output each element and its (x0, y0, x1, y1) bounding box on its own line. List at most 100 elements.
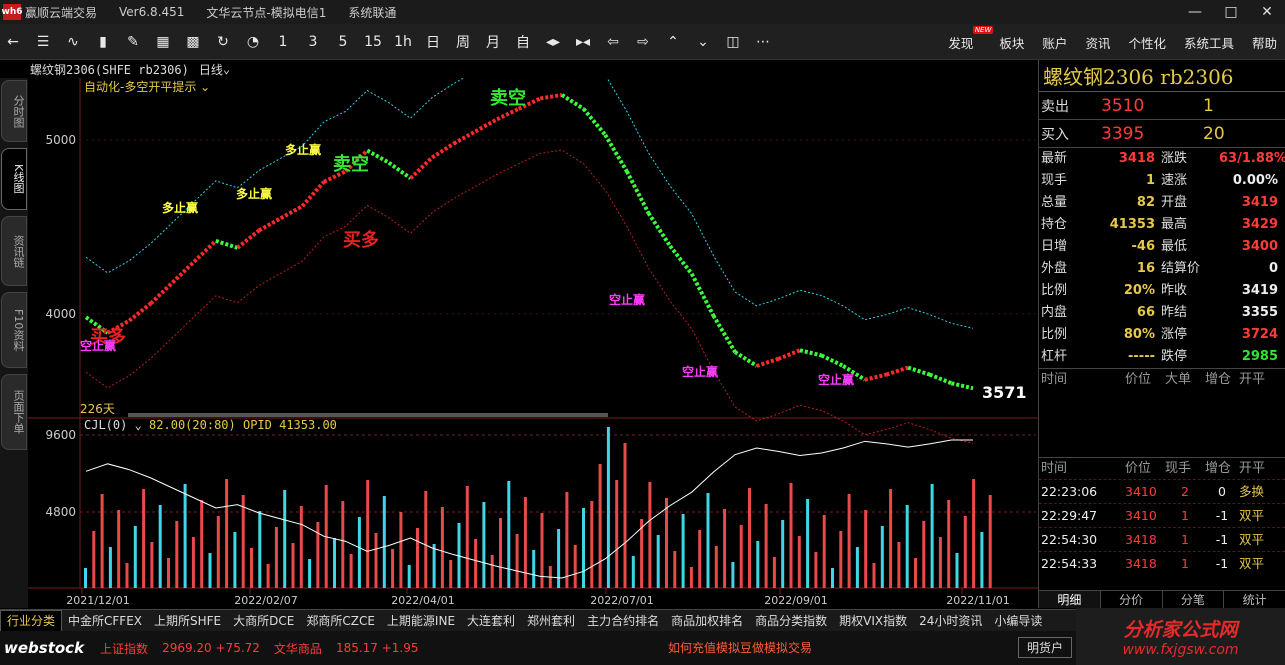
market-tab[interactable]: 上期能源INE (381, 612, 461, 629)
market-tab[interactable]: 24小时资讯 (913, 612, 988, 629)
shrink-h-icon[interactable]: ▸◂ (570, 28, 596, 56)
market-tab[interactable]: 上期所SHFE (148, 612, 227, 629)
detail-tabs: 明细 分价 分笔 统计 (1039, 590, 1285, 608)
volume-bar (689, 567, 693, 588)
volume-bar (714, 546, 718, 588)
gauge-icon[interactable]: ◔ (240, 28, 266, 56)
ask-label: 卖出 (1041, 98, 1069, 115)
draw-tool-icon[interactable]: ✎ (120, 28, 146, 56)
left-arrow-icon[interactable]: ⇦ (600, 28, 626, 56)
account-button[interactable]: 明货户 (1018, 637, 1073, 658)
back-arrow-icon[interactable]: ← (0, 28, 26, 56)
new-badge: NEW (972, 25, 994, 34)
market-tab[interactable]: 大连套利 (461, 612, 521, 629)
tick-row[interactable]: 22:23:06 3410 2 0 多换 (1039, 479, 1285, 503)
period-week[interactable]: 周 (450, 28, 476, 56)
volume-bar (274, 527, 278, 588)
volume-bar (847, 494, 851, 588)
tab-news-chain[interactable]: 资讯链 (1, 216, 27, 286)
market-tab[interactable]: 期权VIX指数 (833, 612, 913, 629)
market-tab[interactable]: 大商所DCE (227, 612, 300, 629)
period-day[interactable]: 日 (420, 28, 446, 56)
market-tab[interactable]: 郑州套利 (521, 612, 581, 629)
period-5[interactable]: 5 (330, 28, 356, 56)
promo-link[interactable]: 如何充值模拟豆做模拟交易 (668, 639, 812, 656)
layout-icon[interactable]: ◫ (720, 28, 746, 56)
menu-help[interactable]: 帮助 (1252, 33, 1277, 52)
period-custom[interactable]: 自 (510, 28, 536, 56)
volume-bar (764, 504, 768, 588)
volume-bar (922, 521, 926, 588)
list-icon[interactable]: ☰ (30, 28, 56, 56)
price-segment (431, 141, 455, 160)
price-segment (711, 314, 737, 354)
volume-bar (582, 508, 585, 588)
menu-personalize[interactable]: 个性化 (1128, 33, 1166, 52)
period-15[interactable]: 15 (360, 28, 386, 56)
period-selector[interactable]: 日线 (199, 61, 223, 78)
ask-row[interactable]: 卖出 3510 1 (1039, 92, 1285, 120)
market-tab[interactable]: 行业分类 (0, 609, 63, 632)
volume-bar (938, 537, 942, 588)
market-tab[interactable]: 郑商所CZCE (300, 612, 381, 629)
expand-h-icon[interactable]: ◂▸ (540, 28, 566, 56)
tab-order[interactable]: 页面下单 (1, 374, 27, 450)
menu-news[interactable]: 资讯 (1085, 33, 1110, 52)
short-stop-label: 空止赢 (80, 338, 116, 353)
period-month[interactable]: 月 (480, 28, 506, 56)
market-tab[interactable]: 小编导读 (988, 612, 1048, 629)
bid-row[interactable]: 买入 3395 20 (1039, 120, 1285, 148)
zoom-out-icon[interactable]: ⌄ (690, 28, 716, 56)
zoom-in-icon[interactable]: ⌃ (660, 28, 686, 56)
volume-bar (175, 521, 179, 588)
market-tab[interactable]: 中金所CFFEX (62, 612, 148, 629)
detail-tab[interactable]: 分价 (1101, 591, 1163, 608)
menu-system-tools[interactable]: 系统工具 (1184, 33, 1234, 52)
price-segment (496, 107, 520, 122)
volume-bar (557, 529, 561, 588)
save-icon[interactable]: ▩ (180, 28, 206, 56)
volume-bar (914, 558, 917, 588)
toolbar: ← ☰ ∿ ▮ ✎ ▦ ▩ ↻ ◔ 1 3 5 15 1h 日 周 月 自 ◂▸… (0, 24, 1285, 60)
volume-bar (598, 464, 602, 588)
period-1[interactable]: 1 (270, 28, 296, 56)
tick-oi-change: -1 (1215, 556, 1229, 571)
volume-bar (341, 501, 345, 588)
tab-kline[interactable]: K线图 (1, 148, 27, 210)
menu-account[interactable]: 账户 (1042, 33, 1067, 52)
detail-tab[interactable]: 明细 (1039, 591, 1101, 608)
tick-row[interactable]: 22:54:33 3418 1 -1 双平 (1039, 551, 1285, 575)
server-name: 文华云节点-模拟电信1 (206, 5, 327, 20)
volume-bar (133, 526, 137, 588)
minimize-button[interactable]: — (1177, 0, 1213, 24)
detail-tab[interactable]: 分笔 (1163, 591, 1225, 608)
detail-tab[interactable]: 统计 (1224, 591, 1285, 608)
tick-row[interactable]: 22:29:47 3410 1 -1 双平 (1039, 503, 1285, 527)
grid-icon[interactable]: ▦ (150, 28, 176, 56)
more-icon[interactable]: ⋯ (750, 28, 776, 56)
tick-row[interactable]: 22:54:30 3418 1 -1 双平 (1039, 527, 1285, 551)
menu-discover[interactable]: 发现 NEW (930, 25, 994, 52)
line-chart-icon[interactable]: ∿ (60, 28, 86, 56)
menu-sector[interactable]: 板块 (999, 33, 1024, 52)
kline-chart[interactable]: 5000 4000 9600 4800 2021/12/01 2022/02/07 2022… (28, 78, 1038, 608)
x-tick-label: 2022/11/01 (946, 594, 1009, 607)
refresh-icon[interactable]: ↻ (210, 28, 236, 56)
market-tab[interactable]: 商品加权排名 (665, 612, 749, 629)
market-tab[interactable]: 商品分类指数 (749, 612, 833, 629)
volume-indicator-name[interactable]: CJL(0) (84, 418, 127, 432)
close-button[interactable]: ✕ (1249, 0, 1285, 24)
volume-bar (665, 498, 668, 588)
tab-f10[interactable]: F10资料 (1, 292, 27, 368)
price-segment (452, 129, 477, 146)
indicator-selector[interactable]: 自动化-多空开平提示 ⌄ (84, 78, 210, 95)
maximize-button[interactable]: □ (1213, 0, 1249, 24)
field-value: 3355 (1241, 305, 1278, 320)
tab-timeshare[interactable]: 分时图 (1, 80, 27, 142)
period-3[interactable]: 3 (300, 28, 326, 56)
candlestick-icon[interactable]: ▮ (90, 28, 116, 56)
field-value: 3419 (1241, 195, 1278, 210)
right-arrow-icon[interactable]: ⇨ (630, 28, 656, 56)
market-tab[interactable]: 主力合约排名 (581, 612, 665, 629)
period-1h[interactable]: 1h (390, 28, 416, 56)
